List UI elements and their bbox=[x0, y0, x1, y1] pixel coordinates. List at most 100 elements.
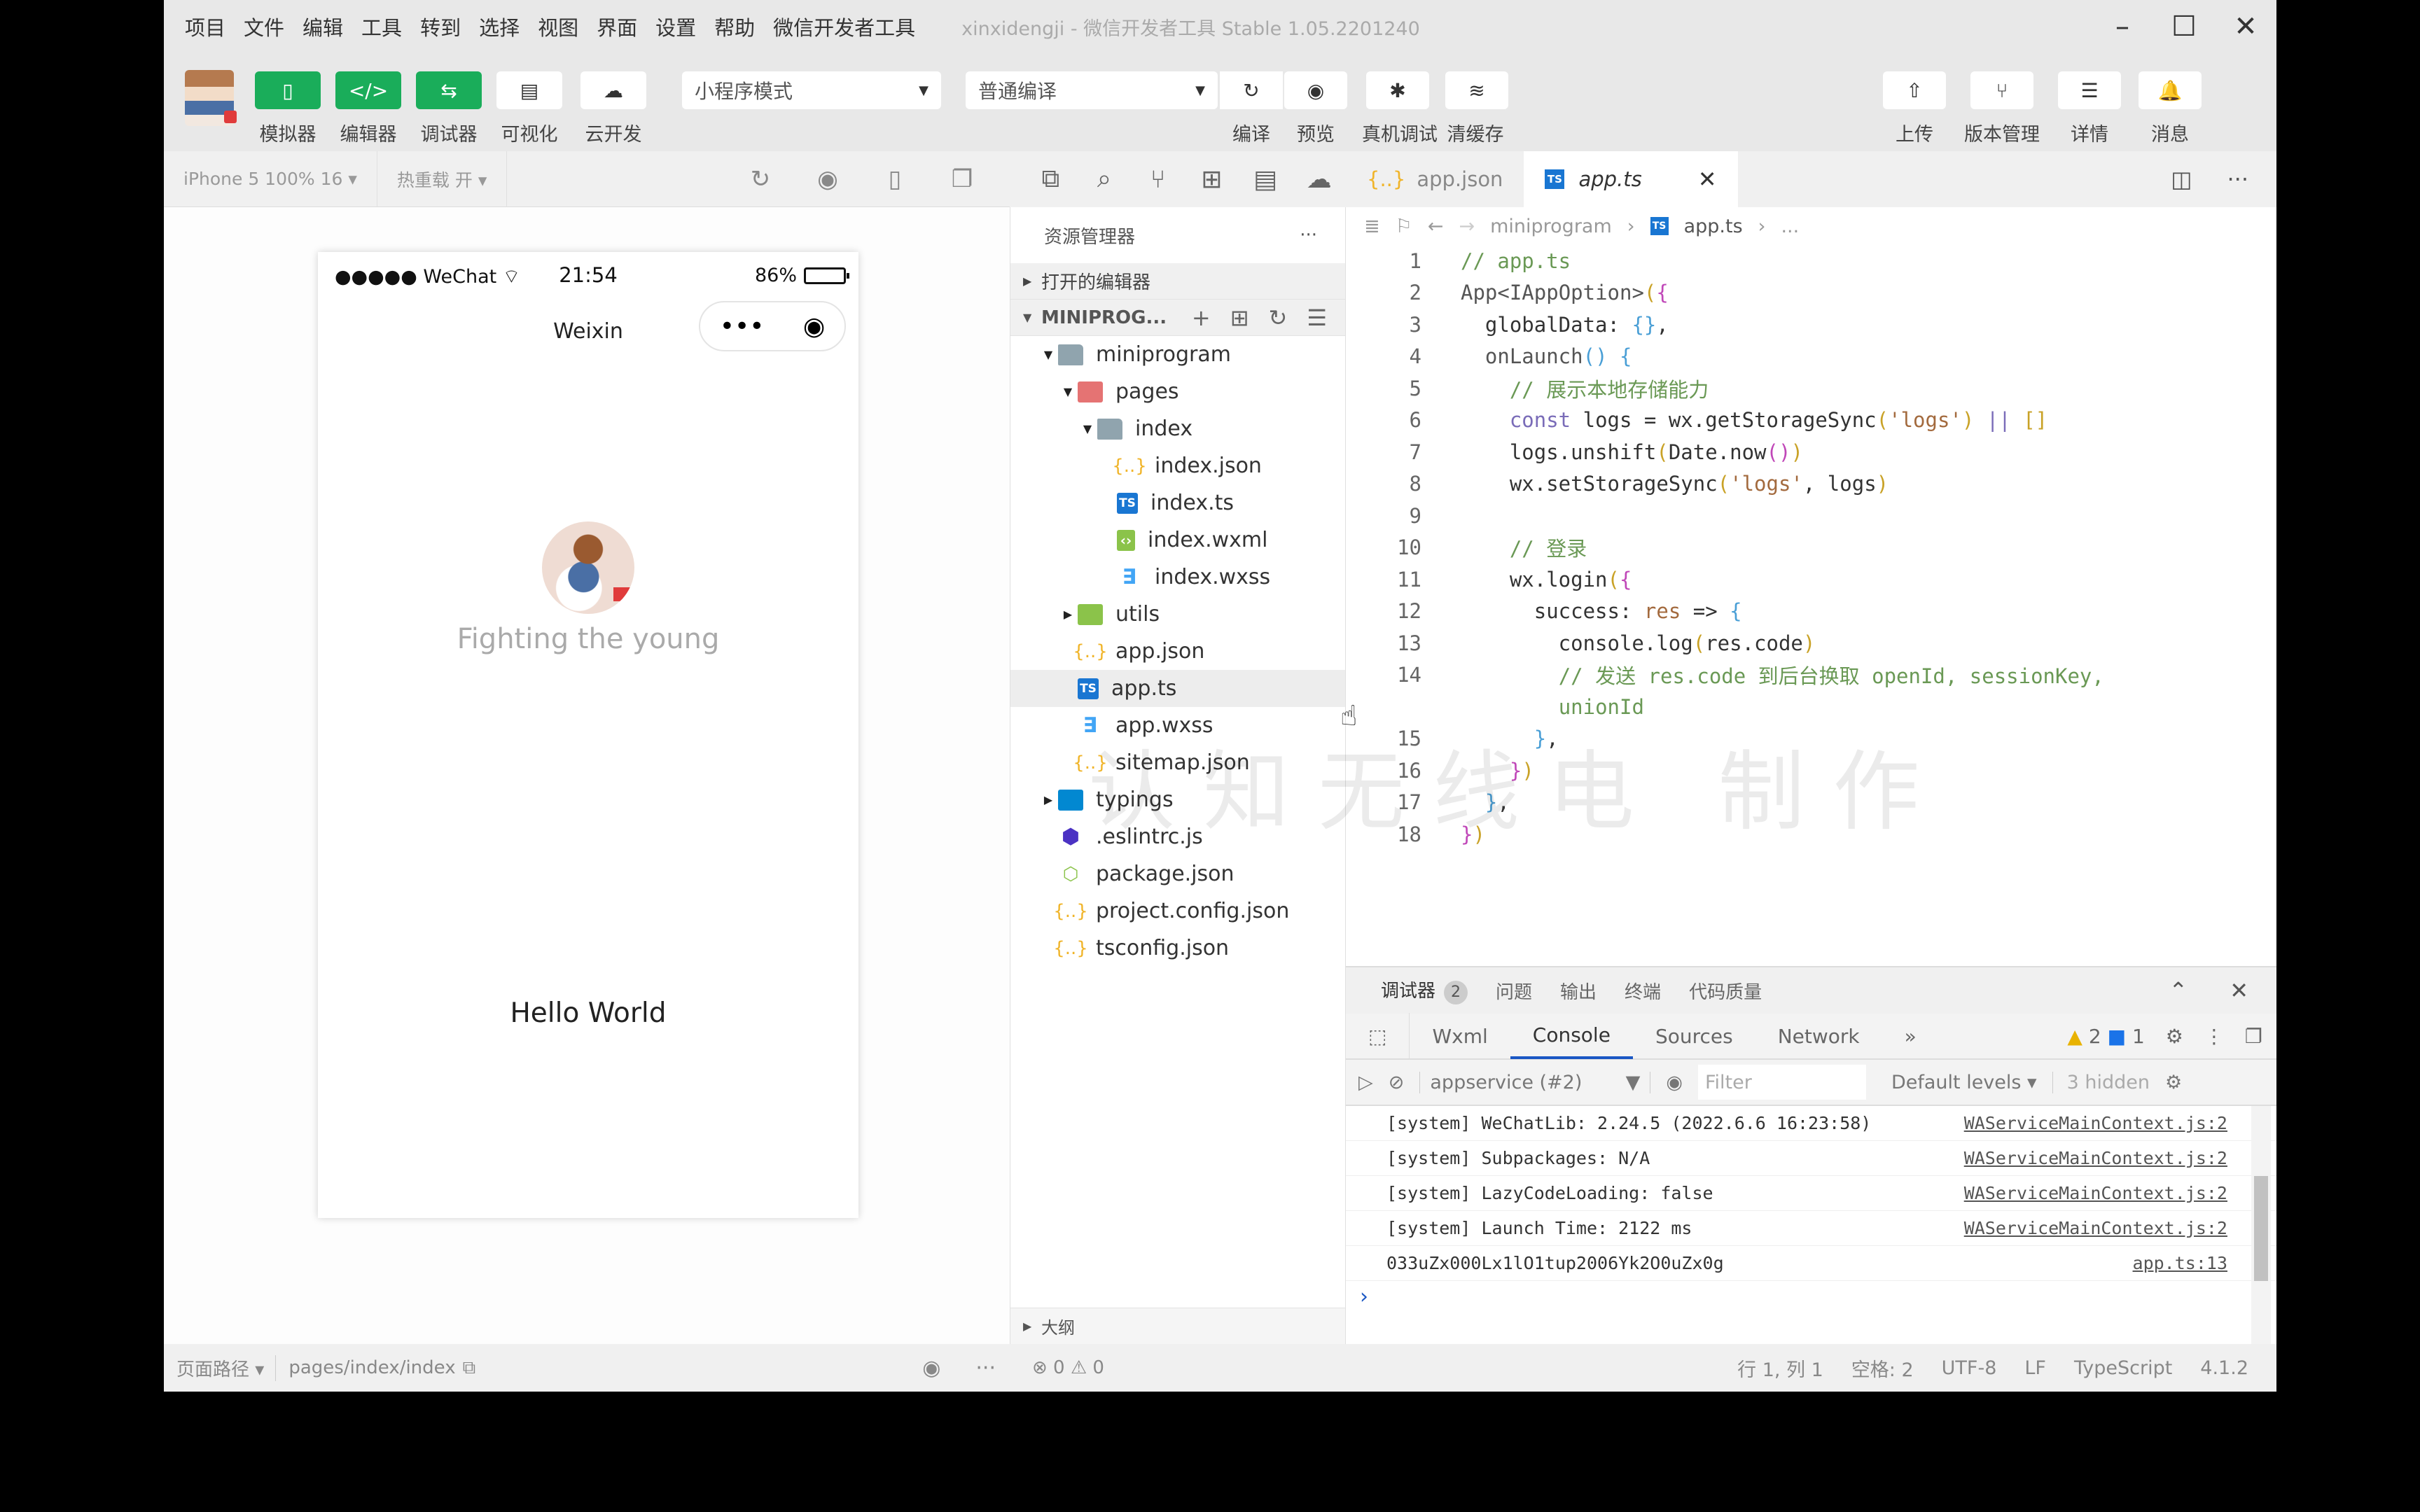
devtools-tab-sources[interactable]: Sources bbox=[1633, 1013, 1755, 1059]
forward-icon[interactable]: → bbox=[1459, 216, 1475, 237]
code-line[interactable]: 8 wx.setStorageSync('logs', logs) bbox=[1346, 468, 2276, 500]
close-panel-icon[interactable]: ✕ bbox=[2230, 977, 2248, 1004]
open-editors-section[interactable]: ▶ 打开的编辑器 bbox=[1010, 263, 1345, 300]
files-icon[interactable]: ⧉ bbox=[1024, 164, 1078, 194]
panel-tab-code-quality[interactable]: 代码质量 bbox=[1689, 978, 1762, 1004]
tree-folder[interactable]: ▼ pages bbox=[1010, 373, 1345, 410]
line-ending[interactable]: LF bbox=[2024, 1357, 2046, 1379]
console-filter-input[interactable]: Filter bbox=[1697, 1065, 1866, 1100]
console-settings-icon[interactable]: ⚙ bbox=[2165, 1072, 2182, 1093]
close-tab-icon[interactable]: ✕ bbox=[1698, 166, 1717, 192]
code-line[interactable]: 1 // app.ts bbox=[1346, 245, 2276, 277]
code-line[interactable]: 14 // 发送 res.code 到后台换取 openId, sessionK… bbox=[1346, 659, 2276, 692]
remote-debug-button[interactable]: ✱ bbox=[1366, 71, 1429, 109]
maximize-panel-icon[interactable]: ⌃ bbox=[2169, 977, 2188, 1004]
tree-folder[interactable]: ▶ utils bbox=[1010, 596, 1345, 633]
mode-select[interactable]: 小程序模式 ▼ bbox=[682, 71, 941, 109]
kebab-menu-icon[interactable]: ⋮ bbox=[2204, 1025, 2224, 1048]
menu-wechat-devtools[interactable]: 微信开发者工具 bbox=[773, 12, 915, 41]
save-icon[interactable]: ▤ bbox=[1239, 165, 1293, 194]
live-expression-icon[interactable]: ◉ bbox=[1666, 1072, 1683, 1093]
menu-interface[interactable]: 界面 bbox=[597, 12, 637, 41]
code-line[interactable]: unionId bbox=[1346, 691, 2276, 723]
panel-tab-output[interactable]: 输出 bbox=[1560, 978, 1597, 1004]
problems-summary[interactable]: ⊗ 0 ⚠ 0 bbox=[1010, 1344, 1346, 1392]
close-window-button[interactable]: ✕ bbox=[2215, 10, 2276, 43]
tree-file[interactable]: ∃ index.wxss bbox=[1010, 559, 1345, 596]
tree-file[interactable]: ⬡ package.json bbox=[1010, 855, 1345, 892]
code-line[interactable]: 5 // 展示本地存储能力 bbox=[1346, 372, 2276, 405]
outline-list-icon[interactable]: ≣ bbox=[1364, 216, 1380, 237]
clear-cache-button[interactable]: ≋ bbox=[1445, 71, 1508, 109]
tab-app-ts[interactable]: TS app.ts ✕ bbox=[1524, 151, 1738, 207]
code-line[interactable]: 3 globalData: {}, bbox=[1346, 309, 2276, 341]
code-editor[interactable]: 1 // app.ts 2 App<IAppOption>({3 globalData… bbox=[1346, 245, 2276, 966]
settings-icon[interactable]: ⚙ bbox=[2166, 1025, 2183, 1048]
issues-counter[interactable]: ▲ 2 ■ 1 bbox=[2067, 1025, 2144, 1048]
compile-button[interactable]: ↻ bbox=[1220, 71, 1283, 109]
tree-folder[interactable]: ▼ index bbox=[1010, 410, 1345, 447]
console-source-link[interactable]: WAServiceMainContext.js:2 bbox=[1964, 1183, 2227, 1203]
collapse-all-icon[interactable]: ☰ bbox=[1307, 304, 1327, 331]
panel-tab-problems[interactable]: 问题 bbox=[1496, 978, 1532, 1004]
breadcrumb-symbol[interactable]: ... bbox=[1781, 216, 1799, 237]
scrollbar-thumb[interactable] bbox=[2254, 1176, 2268, 1281]
maximize-button[interactable]: ☐ bbox=[2153, 10, 2215, 43]
debugger-toggle-button[interactable]: ⇆ bbox=[416, 71, 482, 109]
console-source-link[interactable]: WAServiceMainContext.js:2 bbox=[1964, 1148, 2227, 1168]
detach-window-icon[interactable]: ❐ bbox=[929, 165, 996, 193]
simulator-toggle-button[interactable]: ▯ bbox=[255, 71, 321, 109]
rotate-icon[interactable]: ↻ bbox=[727, 165, 794, 193]
tree-file[interactable]: ∃ app.wxss bbox=[1010, 707, 1345, 744]
sidebar-toggle-icon[interactable]: ▷ bbox=[1358, 1072, 1373, 1093]
tab-app-json[interactable]: {..} app.json bbox=[1346, 151, 1524, 207]
tree-file[interactable]: {..} project.config.json bbox=[1010, 892, 1345, 930]
record-icon[interactable]: ◉ bbox=[794, 165, 861, 193]
upload-button[interactable]: ⇧ bbox=[1883, 71, 1946, 109]
search-icon[interactable]: ⌕ bbox=[1078, 164, 1132, 194]
tree-file[interactable]: {..} index.json bbox=[1010, 447, 1345, 484]
menu-settings[interactable]: 设置 bbox=[655, 12, 696, 41]
version-control-button[interactable]: ⑂ bbox=[1970, 71, 2033, 109]
details-button[interactable]: ☰ bbox=[2058, 71, 2121, 109]
tree-file[interactable]: {..} app.json bbox=[1010, 633, 1345, 670]
breadcrumb-file[interactable]: app.ts bbox=[1684, 216, 1743, 237]
code-line[interactable]: 7 logs.unshift(Date.now()) bbox=[1346, 436, 2276, 468]
ts-version[interactable]: 4.1.2 bbox=[2200, 1357, 2248, 1379]
context-select[interactable]: appservice (#2) ▼ bbox=[1419, 1071, 1651, 1093]
code-line[interactable]: 13 console.log(res.code) bbox=[1346, 627, 2276, 659]
extensions-icon[interactable]: ⊞ bbox=[1185, 165, 1239, 194]
code-line[interactable]: 12 success: res => { bbox=[1346, 596, 2276, 628]
tree-folder[interactable]: ▶ typings bbox=[1010, 781, 1345, 818]
bookmark-icon[interactable]: ⚐ bbox=[1396, 216, 1412, 237]
docker-icon[interactable]: ☁ bbox=[1292, 165, 1346, 194]
tree-file[interactable]: TS app.ts bbox=[1010, 670, 1345, 707]
tree-file[interactable]: ‹› index.wxml bbox=[1010, 522, 1345, 559]
messages-button[interactable]: 🔔 bbox=[2139, 71, 2202, 109]
menu-project[interactable]: 项目 bbox=[185, 12, 225, 41]
explorer-more-button[interactable]: ··· bbox=[1300, 225, 1317, 246]
user-avatar-button[interactable] bbox=[185, 70, 237, 126]
user-avatar-image[interactable] bbox=[542, 522, 634, 614]
breadcrumb-folder[interactable]: miniprogram bbox=[1490, 216, 1612, 237]
code-line[interactable]: 2 App<IAppOption>({ bbox=[1346, 277, 2276, 309]
encoding[interactable]: UTF-8 bbox=[1942, 1357, 1997, 1379]
clear-console-icon[interactable]: ⊘ bbox=[1389, 1072, 1405, 1093]
devtools-tab-console[interactable]: Console bbox=[1510, 1013, 1633, 1059]
source-control-icon[interactable]: ⑂ bbox=[1131, 165, 1185, 194]
more-icon[interactable]: ••• bbox=[720, 312, 765, 341]
visualize-button[interactable]: ▤ bbox=[496, 71, 562, 109]
project-section[interactable]: ▼ MINIPROG... + ⊞ ↻ ☰ bbox=[1010, 300, 1345, 336]
code-line[interactable]: 17 }, bbox=[1346, 787, 2276, 819]
code-line[interactable]: 6 const logs = wx.getStorageSync('logs')… bbox=[1346, 405, 2276, 437]
console-scrollbar[interactable] bbox=[2251, 1106, 2271, 1344]
menu-select[interactable]: 选择 bbox=[479, 12, 520, 41]
devtools-tab-network[interactable]: Network bbox=[1755, 1013, 1882, 1059]
more-actions-icon[interactable]: ··· bbox=[2227, 166, 2248, 192]
devtools-tab-wxml[interactable]: Wxml bbox=[1410, 1013, 1510, 1059]
undock-icon[interactable]: ❐ bbox=[2245, 1025, 2262, 1048]
code-line[interactable]: 11 wx.login({ bbox=[1346, 564, 2276, 596]
new-file-icon[interactable]: + bbox=[1192, 304, 1211, 331]
back-icon[interactable]: ← bbox=[1428, 216, 1444, 237]
minimize-button[interactable]: – bbox=[2092, 10, 2153, 43]
